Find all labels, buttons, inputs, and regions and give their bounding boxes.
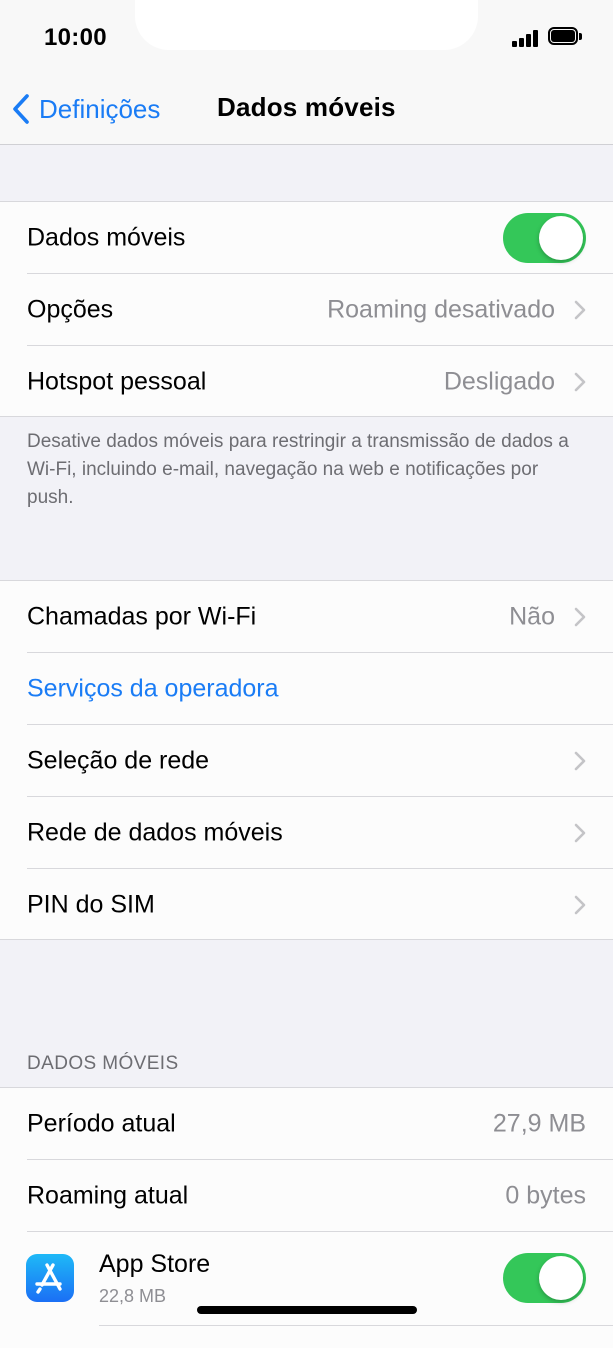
wifi-calling-row[interactable]: Chamadas por Wi-Fi Não: [0, 581, 613, 653]
wifi-calling-value: Não: [509, 602, 555, 631]
carrier-services-link[interactable]: Serviços da operadora: [27, 675, 279, 704]
mobile-data-toggle[interactable]: [503, 213, 586, 263]
back-button[interactable]: Definições: [12, 91, 160, 127]
current-roaming-label: Roaming atual: [27, 1181, 189, 1210]
chevron-right-icon: [574, 823, 586, 843]
current-period-value: 27,9 MB: [492, 1109, 586, 1138]
chevron-right-icon: [574, 300, 586, 320]
carrier-services-row[interactable]: Serviços da operadora: [0, 653, 613, 725]
page-title: Dados móveis: [217, 92, 396, 122]
mobile-data-network-row[interactable]: Rede de dados móveis: [0, 797, 613, 869]
chevron-right-icon: [574, 895, 586, 915]
status-bar: 10:00: [0, 0, 613, 76]
wifi-calling-label: Chamadas por Wi-Fi: [27, 602, 257, 631]
cellular-signal-icon: [512, 29, 542, 47]
sim-pin-row[interactable]: PIN do SIM: [0, 869, 613, 941]
hotspot-label: Hotspot pessoal: [27, 367, 207, 396]
battery-icon: [548, 27, 584, 47]
notch: [135, 0, 478, 50]
chevron-right-icon: [574, 607, 586, 627]
mobile-data-label: Dados móveis: [27, 223, 186, 252]
hotspot-row[interactable]: Hotspot pessoal Desligado: [0, 346, 613, 418]
current-roaming-row: Roaming atual 0 bytes: [0, 1160, 613, 1232]
usage-section-header: DADOS MÓVEIS: [27, 1053, 179, 1074]
app-store-icon: [26, 1254, 74, 1302]
app-name: App Store: [99, 1250, 211, 1278]
app-store-data-toggle[interactable]: [503, 1253, 586, 1303]
current-period-row: Período atual 27,9 MB: [0, 1088, 613, 1160]
status-time: 10:00: [44, 24, 107, 51]
home-indicator[interactable]: [197, 1306, 417, 1314]
mobile-data-footer-note: Desative dados móveis para restringir a …: [27, 431, 569, 508]
mobile-data-group: Dados móveis Opções Roaming desativado H…: [0, 201, 613, 417]
sim-pin-label: PIN do SIM: [27, 890, 155, 919]
options-value: Roaming desativado: [327, 295, 555, 324]
current-period-label: Período atual: [27, 1109, 176, 1138]
chevron-right-icon: [574, 372, 586, 392]
hotspot-value: Desligado: [443, 367, 555, 396]
options-label: Opções: [27, 295, 114, 324]
mobile-data-row: Dados móveis: [0, 202, 613, 274]
current-roaming-value: 0 bytes: [505, 1181, 586, 1210]
back-button-label: Definições: [39, 93, 161, 124]
mobile-data-network-label: Rede de dados móveis: [27, 818, 283, 847]
navigation-bar: Definições Dados móveis: [0, 76, 613, 145]
network-selection-row[interactable]: Seleção de rede: [0, 725, 613, 797]
options-row[interactable]: Opções Roaming desativado: [0, 274, 613, 346]
network-selection-label: Seleção de rede: [27, 746, 210, 775]
app-data-size: 22,8 MB: [99, 1286, 167, 1306]
chevron-right-icon: [574, 751, 586, 771]
carrier-group: Chamadas por Wi-Fi Não Serviços da opera…: [0, 580, 613, 940]
chevron-left-icon: [13, 94, 29, 124]
